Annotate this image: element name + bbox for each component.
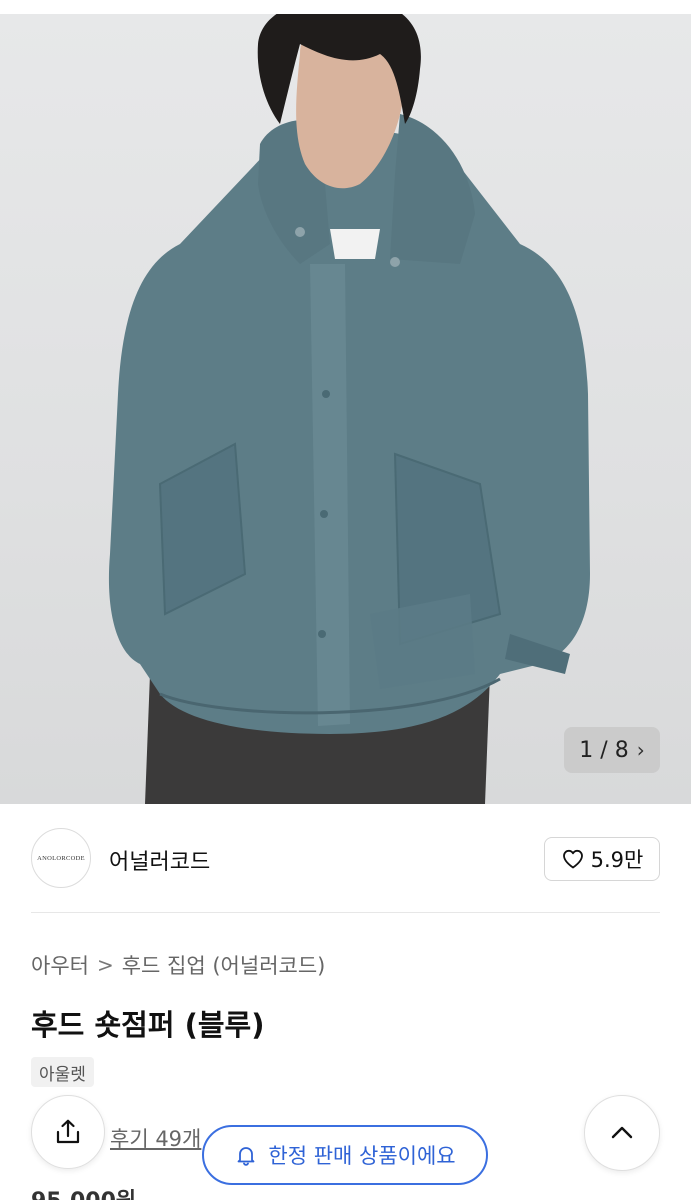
- chevron-up-icon: [611, 1126, 633, 1139]
- image-counter[interactable]: 1 / 8 ›: [564, 727, 660, 773]
- limited-sale-label: 한정 판매 상품이에요: [268, 1144, 456, 1168]
- breadcrumb-category[interactable]: 아우터: [31, 950, 89, 980]
- seller-name[interactable]: 어널러코드: [109, 844, 210, 876]
- divider: [31, 912, 660, 913]
- product-image[interactable]: [0, 14, 691, 804]
- scroll-top-button[interactable]: [584, 1095, 660, 1171]
- seller-row: ANOLORCODE 어널러코드 5.9만: [31, 828, 660, 890]
- bell-icon: [237, 1147, 255, 1166]
- share-button[interactable]: [31, 1095, 105, 1169]
- seller-logo[interactable]: ANOLORCODE: [31, 828, 91, 888]
- product-title: 후드 숏점퍼 (블루): [31, 1008, 265, 1042]
- product-price: 95,000원: [31, 1183, 136, 1200]
- breadcrumb-separator: >: [96, 953, 114, 977]
- outlet-badge: 아울렛: [31, 1057, 94, 1087]
- heart-icon: [562, 849, 583, 869]
- like-button[interactable]: 5.9만: [544, 837, 660, 881]
- breadcrumb-subcategory[interactable]: 후드 집업 (어널러코드): [122, 950, 326, 980]
- breadcrumb: 아우터 > 후드 집업 (어널러코드): [31, 950, 325, 980]
- seller-logo-text: ANOLORCODE: [37, 854, 85, 862]
- like-count: 5.9만: [590, 848, 644, 872]
- chevron-right-icon: ›: [636, 738, 645, 762]
- share-icon: [56, 1119, 80, 1144]
- image-counter-text: 1 / 8: [579, 737, 629, 763]
- status-strip: [0, 0, 691, 14]
- reviews-link[interactable]: 후기 49개: [110, 1123, 201, 1153]
- product-photo-illustration: [108, 14, 591, 804]
- limited-sale-banner[interactable]: 한정 판매 상품이에요: [202, 1125, 488, 1185]
